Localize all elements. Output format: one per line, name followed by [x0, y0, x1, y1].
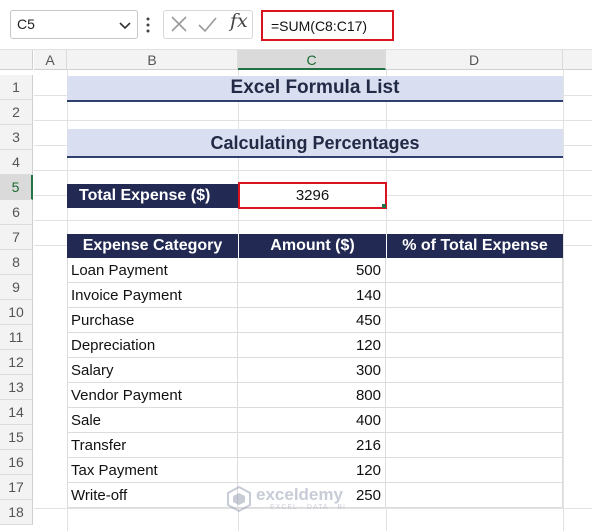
percent-cell[interactable] — [386, 258, 563, 283]
row-header-8[interactable]: 8 — [0, 250, 33, 275]
row-header-1[interactable]: 1 — [0, 75, 33, 100]
sheet-title[interactable]: Excel Formula List — [67, 76, 563, 102]
name-box-value: C5 — [17, 16, 35, 32]
watermark: exceldemy EXCEL · DATA · BI — [226, 483, 376, 517]
amount-cell[interactable]: 300 — [238, 358, 386, 383]
row-header-18[interactable]: 18 — [0, 500, 33, 525]
formula-input[interactable]: =SUM(C8:C17) — [261, 10, 394, 41]
header-expense-category[interactable]: Expense Category — [67, 234, 238, 258]
name-box[interactable]: C5 — [10, 10, 138, 39]
amount-cell[interactable]: 120 — [238, 458, 386, 483]
category-cell[interactable]: Loan Payment — [68, 258, 238, 283]
watermark-name: exceldemy — [256, 485, 343, 504]
total-expense-label[interactable]: Total Expense ($) — [67, 184, 238, 208]
percent-cell[interactable] — [386, 308, 563, 333]
row-header-11[interactable]: 11 — [0, 325, 33, 350]
column-header-b[interactable]: B — [67, 50, 238, 70]
amount-cell[interactable]: 120 — [238, 333, 386, 358]
percent-cell[interactable] — [386, 408, 563, 433]
row-header-6[interactable]: 6 — [0, 200, 33, 225]
row-header-9[interactable]: 9 — [0, 275, 33, 300]
category-cell[interactable]: Invoice Payment — [68, 283, 238, 308]
row-header-14[interactable]: 14 — [0, 400, 33, 425]
row-header-12[interactable]: 12 — [0, 350, 33, 375]
amount-cell[interactable]: 140 — [238, 283, 386, 308]
row-header-4[interactable]: 4 — [0, 150, 33, 175]
category-cell[interactable]: Sale — [68, 408, 238, 433]
category-cell[interactable]: Vendor Payment — [68, 383, 238, 408]
enter-check-icon[interactable] — [196, 12, 218, 36]
chevron-down-icon[interactable] — [117, 17, 133, 33]
row-header-7[interactable]: 7 — [0, 225, 33, 250]
column-header-c[interactable]: C — [238, 50, 386, 70]
column-header-e[interactable] — [563, 50, 592, 70]
select-all-corner[interactable] — [0, 50, 33, 70]
row-header-2[interactable]: 2 — [0, 100, 33, 125]
fill-handle[interactable] — [382, 204, 386, 208]
more-options-icon[interactable] — [145, 14, 151, 36]
amount-cell[interactable]: 216 — [238, 433, 386, 458]
category-cell[interactable]: Purchase — [68, 308, 238, 333]
category-cell[interactable]: Write-off — [68, 483, 238, 508]
category-cell[interactable]: Depreciation — [68, 333, 238, 358]
column-header-a[interactable]: A — [34, 50, 67, 70]
exceldemy-logo-icon — [227, 485, 251, 513]
percent-cell[interactable] — [386, 458, 563, 483]
percent-cell[interactable] — [386, 383, 563, 408]
category-cell[interactable]: Transfer — [68, 433, 238, 458]
row-header-17[interactable]: 17 — [0, 475, 33, 500]
watermark-tagline: EXCEL · DATA · BI — [270, 504, 346, 511]
percent-cell[interactable] — [386, 483, 563, 508]
category-cell[interactable]: Tax Payment — [68, 458, 238, 483]
row-header-15[interactable]: 15 — [0, 425, 33, 450]
amount-cell[interactable]: 500 — [238, 258, 386, 283]
percent-cell[interactable] — [386, 283, 563, 308]
formula-text: =SUM(C8:C17) — [271, 18, 368, 34]
amount-cell[interactable]: 800 — [238, 383, 386, 408]
formula-bar: C5 fx =SUM(C8:C17) — [0, 0, 592, 50]
row-header-5[interactable]: 5 — [0, 175, 33, 200]
amount-cell[interactable]: 400 — [238, 408, 386, 433]
insert-function-icon[interactable]: fx — [230, 10, 248, 32]
column-header-d[interactable]: D — [386, 50, 563, 70]
header-amount[interactable]: Amount ($) — [238, 234, 386, 258]
category-cell[interactable]: Salary — [68, 358, 238, 383]
cancel-icon[interactable] — [168, 12, 190, 36]
row-header-3[interactable]: 3 — [0, 125, 33, 150]
row-header-10[interactable]: 10 — [0, 300, 33, 325]
percent-cell[interactable] — [386, 358, 563, 383]
section-subtitle[interactable]: Calculating Percentages — [67, 129, 563, 158]
percent-cell[interactable] — [386, 433, 563, 458]
row-header-13[interactable]: 13 — [0, 375, 33, 400]
percent-cell[interactable] — [386, 333, 563, 358]
amount-cell[interactable]: 450 — [238, 308, 386, 333]
header-percent-total[interactable]: % of Total Expense — [386, 234, 563, 258]
total-expense-cell[interactable]: 3296 — [238, 182, 387, 209]
row-header-16[interactable]: 16 — [0, 450, 33, 475]
